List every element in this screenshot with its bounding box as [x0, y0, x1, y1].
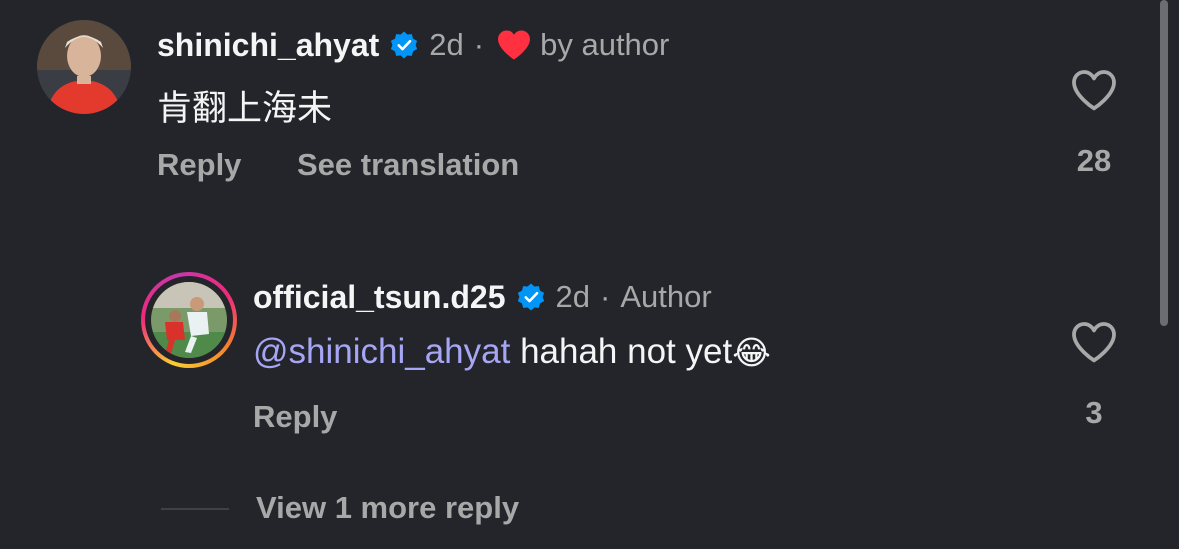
- view-more-divider: [161, 508, 229, 510]
- reply-like-count: 3: [1085, 395, 1103, 430]
- verified-badge-icon: [516, 282, 546, 312]
- verified-badge-icon: [389, 30, 419, 60]
- like-button[interactable]: [1070, 68, 1118, 112]
- reply-like-button[interactable]: [1070, 320, 1118, 364]
- mention-link[interactable]: @shinichi_ahyat: [253, 332, 510, 372]
- comment-time: 2d: [429, 27, 464, 62]
- heart-outline-icon: [1072, 70, 1116, 111]
- author-label: Author: [620, 279, 712, 314]
- comment-header: shinichi_ahyat 2d · by author: [157, 24, 669, 66]
- reply-header: official_tsun.d25 2d · Author: [253, 276, 712, 318]
- heart-outline-icon: [1072, 322, 1116, 363]
- reply-author-avatar-ring[interactable]: [141, 272, 237, 368]
- reply-reply-button[interactable]: Reply: [253, 399, 337, 435]
- see-translation-button[interactable]: See translation: [297, 147, 519, 183]
- commenter-username[interactable]: shinichi_ahyat: [157, 27, 379, 64]
- view-more-replies-button[interactable]: View 1 more reply: [256, 490, 519, 526]
- commenter-avatar[interactable]: [37, 20, 131, 114]
- reply-text: @shinichi_ahyat hahah not yet 😂: [253, 332, 771, 372]
- comment-text: 肯翻上海未: [157, 89, 333, 128]
- reply-author-avatar: [151, 282, 227, 358]
- reply-body: hahah not yet: [510, 332, 733, 371]
- scrollbar-thumb[interactable]: [1160, 0, 1168, 326]
- author-liked-heart-icon: [496, 29, 532, 61]
- meta-separator: ·: [599, 279, 611, 314]
- like-count: 28: [1076, 143, 1112, 178]
- laughing-emoji-icon: 😂: [732, 333, 771, 371]
- reply-button[interactable]: Reply: [157, 147, 241, 183]
- reply-username[interactable]: official_tsun.d25: [253, 279, 506, 316]
- liked-by-label: by author: [540, 27, 670, 62]
- reply-time: 2d: [555, 279, 590, 314]
- meta-separator: ·: [473, 27, 485, 62]
